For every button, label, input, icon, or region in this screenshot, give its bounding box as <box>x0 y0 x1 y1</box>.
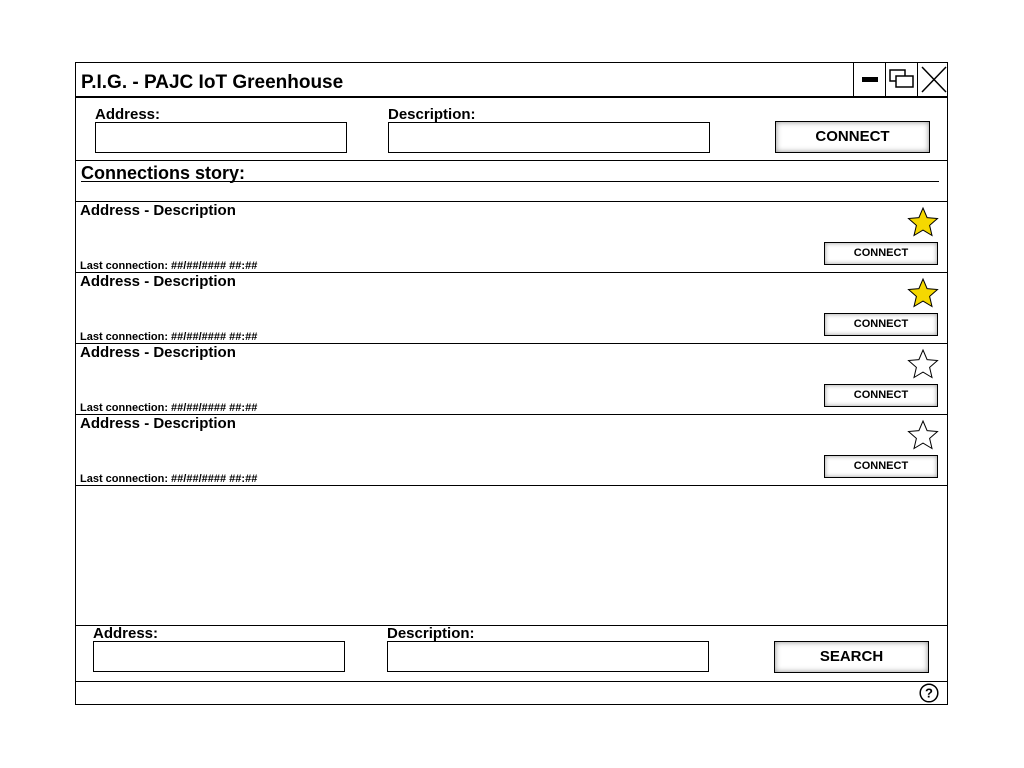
search-address-label: Address: <box>93 625 159 642</box>
search-address-field[interactable] <box>93 641 345 672</box>
restore-icon <box>889 69 914 88</box>
row-connect-button[interactable]: CONNECT <box>824 455 938 478</box>
address-label: Address: <box>95 106 161 123</box>
divider <box>76 160 947 161</box>
list-item: Address - Description CONNECT Last conne… <box>76 202 947 273</box>
search-button[interactable]: SEARCH <box>774 641 929 673</box>
close-icon <box>921 66 947 93</box>
row-title: Address - Description <box>80 273 236 290</box>
star-outline-icon[interactable] <box>907 419 939 451</box>
title-underline <box>81 181 939 182</box>
last-connection: Last connection: ##/##/#### ##:## <box>80 331 258 343</box>
last-connection: Last connection: ##/##/#### ##:## <box>80 402 258 414</box>
app-window: P.I.G. - PAJC IoT Greenhouse Address: De… <box>75 62 948 705</box>
last-connection: Last connection: ##/##/#### ##:## <box>80 473 258 485</box>
connect-button[interactable]: CONNECT <box>775 121 930 153</box>
close-button[interactable] <box>917 63 949 96</box>
status-bar-divider <box>76 681 947 682</box>
list-item: Address - Description CONNECT Last conne… <box>76 415 947 486</box>
list-item: Address - Description CONNECT Last conne… <box>76 273 947 344</box>
description-field[interactable] <box>388 122 710 153</box>
row-connect-button[interactable]: CONNECT <box>824 384 938 407</box>
row-title: Address - Description <box>80 344 236 361</box>
minimize-icon <box>862 77 878 82</box>
row-title: Address - Description <box>80 202 236 219</box>
search-description-label: Description: <box>387 625 475 642</box>
list-item: Address - Description CONNECT Last conne… <box>76 344 947 415</box>
help-icon[interactable]: ? <box>919 683 939 703</box>
search-description-field[interactable] <box>387 641 709 672</box>
star-outline-icon[interactable] <box>907 348 939 380</box>
row-connect-button[interactable]: CONNECT <box>824 242 938 265</box>
star-filled-icon[interactable] <box>907 206 939 238</box>
description-label: Description: <box>388 106 476 123</box>
row-connect-button[interactable]: CONNECT <box>824 313 938 336</box>
restore-button[interactable] <box>885 63 917 96</box>
last-connection: Last connection: ##/##/#### ##:## <box>80 260 258 272</box>
window-title: P.I.G. - PAJC IoT Greenhouse <box>81 72 344 93</box>
title-bar: P.I.G. - PAJC IoT Greenhouse <box>76 63 947 98</box>
svg-text:?: ? <box>925 686 933 701</box>
address-field[interactable] <box>95 122 347 153</box>
star-filled-icon[interactable] <box>907 277 939 309</box>
minimize-button[interactable] <box>853 63 885 96</box>
divider <box>76 625 947 626</box>
row-title: Address - Description <box>80 415 236 432</box>
